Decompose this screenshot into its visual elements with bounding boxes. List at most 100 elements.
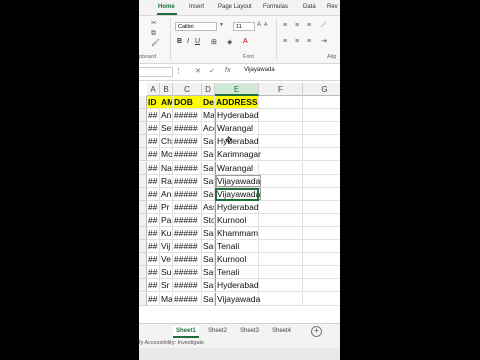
table-cell[interactable] (303, 188, 340, 201)
table-cell[interactable] (303, 240, 340, 254)
row-header[interactable] (139, 279, 147, 293)
indent-icon[interactable]: ⇥ (321, 38, 327, 45)
table-cell[interactable]: Sal (202, 187, 215, 201)
table-cell[interactable]: Sto (202, 213, 215, 227)
table-cell[interactable]: Vijayawada (215, 174, 262, 188)
table-cell[interactable]: ## (147, 109, 160, 123)
table-cell[interactable]: Sel (160, 122, 173, 136)
row-header[interactable] (139, 122, 147, 136)
table-cell[interactable] (259, 240, 303, 254)
row-header[interactable] (139, 187, 147, 201)
table-cell[interactable]: An (160, 109, 173, 123)
table-cell[interactable]: Sal (202, 292, 215, 306)
table-cell[interactable]: Tenali (215, 240, 259, 254)
table-cell[interactable]: Ass (202, 200, 215, 214)
grow-font-icon[interactable]: A (257, 22, 261, 28)
table-cell[interactable]: ##### (173, 279, 202, 293)
font-size-select[interactable]: 11 (233, 22, 255, 31)
column-header[interactable]: E (215, 83, 259, 96)
table-cell[interactable]: ##### (173, 200, 202, 214)
table-cell[interactable]: Ma (202, 109, 215, 123)
header-cell[interactable] (303, 96, 340, 109)
header-cell[interactable] (259, 96, 303, 109)
name-box-dropdown-icon[interactable]: ⋮ (175, 67, 182, 75)
table-cell[interactable] (259, 200, 303, 214)
formula-input[interactable]: Vijayawada (244, 67, 275, 73)
table-cell[interactable]: ##### (173, 109, 202, 123)
table-cell[interactable]: Warangal (215, 122, 259, 136)
table-cell[interactable]: ## (147, 148, 160, 162)
table-cell[interactable] (303, 266, 340, 280)
row-header[interactable] (139, 253, 147, 267)
table-cell[interactable]: ## (147, 135, 160, 149)
cancel-icon[interactable]: ✕ (195, 67, 201, 75)
table-cell[interactable]: ##### (173, 135, 202, 149)
tab-data[interactable]: Data (303, 4, 316, 10)
table-cell[interactable]: ##### (173, 266, 202, 280)
table-cell[interactable]: Pa (160, 213, 173, 227)
table-cell[interactable]: ## (147, 279, 160, 293)
align-top-icon[interactable]: ≡ (283, 22, 287, 29)
table-cell[interactable] (259, 109, 303, 123)
table-cell[interactable]: Na (160, 161, 173, 175)
row-header[interactable] (139, 161, 147, 175)
row-header[interactable] (139, 135, 147, 149)
table-cell[interactable]: An (160, 187, 173, 201)
column-header[interactable]: A (147, 83, 160, 96)
tab-home[interactable]: Home (158, 4, 175, 10)
chevron-down-icon[interactable]: ▼ (219, 23, 224, 28)
table-cell[interactable] (259, 135, 303, 149)
sheet-tab-3[interactable]: Sheet3 (237, 326, 262, 336)
table-cell[interactable]: Hyderabad (215, 109, 259, 123)
header-cell[interactable]: ID (147, 96, 160, 109)
table-cell[interactable]: ## (147, 227, 160, 240)
table-cell[interactable]: Tenali (215, 266, 259, 280)
table-cell[interactable]: ## (147, 213, 160, 227)
table-cell[interactable]: ## (147, 187, 160, 201)
table-cell[interactable]: ##### (173, 292, 202, 306)
table-cell[interactable] (259, 174, 303, 188)
table-cell[interactable]: ##### (173, 161, 202, 175)
table-cell[interactable]: ##### (173, 227, 202, 240)
table-cell[interactable]: Ch (160, 135, 173, 149)
copy-icon[interactable]: ⧉ (151, 30, 156, 37)
table-cell[interactable] (303, 293, 340, 306)
table-cell[interactable] (259, 187, 303, 201)
header-cell[interactable]: DOB (173, 96, 202, 109)
table-cell[interactable]: Sal (202, 135, 215, 149)
table-cell[interactable] (259, 253, 303, 267)
table-cell[interactable] (303, 279, 340, 293)
font-color-icon[interactable]: A (243, 38, 248, 45)
table-cell[interactable]: Ve (160, 253, 173, 267)
sheet-tab-2[interactable]: Sheet2 (205, 326, 230, 336)
align-right-icon[interactable]: ≡ (307, 38, 311, 45)
enter-icon[interactable]: ✓ (209, 67, 215, 75)
table-cell[interactable]: Kurnool (215, 253, 259, 267)
row-header[interactable] (139, 109, 147, 123)
orientation-icon[interactable]: ⟋ (321, 22, 326, 29)
table-cell[interactable] (259, 161, 303, 175)
table-cell[interactable]: ##### (173, 253, 202, 267)
table-cell[interactable]: Vijayawada (215, 187, 262, 201)
fx-icon[interactable]: fx (225, 67, 230, 74)
cut-icon[interactable]: ✂ (151, 20, 157, 27)
row-header[interactable] (139, 213, 147, 227)
table-cell[interactable] (303, 227, 340, 240)
table-cell[interactable] (259, 227, 303, 240)
table-cell[interactable]: Kurnool (215, 213, 259, 227)
table-cell[interactable] (303, 201, 340, 214)
table-cell[interactable]: Sal (202, 240, 215, 254)
table-cell[interactable]: Sal (202, 174, 215, 188)
table-cell[interactable]: ##### (173, 187, 202, 201)
header-cell[interactable]: AM (160, 96, 173, 109)
table-cell[interactable] (303, 175, 340, 188)
column-header[interactable]: G (303, 83, 340, 96)
table-cell[interactable]: ## (147, 240, 160, 254)
tab-formulas[interactable]: Formulas (263, 4, 288, 10)
table-cell[interactable] (259, 148, 303, 162)
name-box[interactable] (139, 67, 173, 77)
sheet-tab-1[interactable]: Sheet1 (173, 326, 199, 338)
table-cell[interactable] (259, 266, 303, 280)
table-cell[interactable]: ##### (173, 148, 202, 162)
add-sheet-icon[interactable]: + (311, 326, 322, 337)
